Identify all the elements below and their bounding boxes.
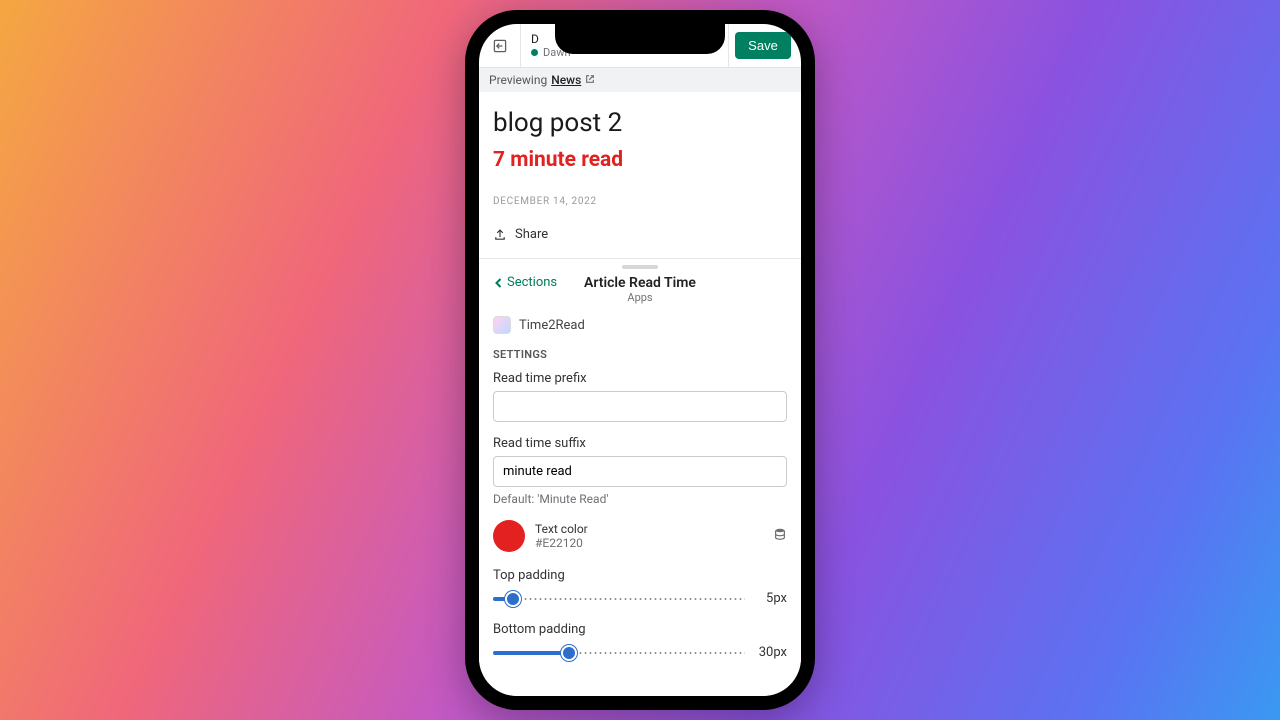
app-identifier[interactable]: Time2Read <box>493 312 787 342</box>
preview-and-panel: blog post 2 7 minute read DECEMBER 14, 2… <box>479 92 801 696</box>
suffix-input[interactable] <box>493 456 787 487</box>
chevron-left-icon <box>493 277 505 289</box>
bottom-padding-slider[interactable] <box>493 646 745 660</box>
preview-bar: Previewing News <box>479 68 801 92</box>
top-padding-slider[interactable] <box>493 592 745 606</box>
color-value: #E22120 <box>535 536 763 550</box>
bottom-padding-value: 30px <box>753 645 787 660</box>
prefix-label: Read time prefix <box>493 371 787 386</box>
suffix-label: Read time suffix <box>493 436 787 451</box>
gradient-background: D Dawn Save Previewing News <box>0 0 1280 720</box>
divider <box>479 258 801 259</box>
color-meta: Text color #E22120 <box>535 522 763 550</box>
share-icon <box>493 228 507 242</box>
panel-subtitle: Apps <box>493 291 787 304</box>
share-label: Share <box>515 227 548 242</box>
color-swatch[interactable] <box>493 520 525 552</box>
settings-heading: SETTINGS <box>493 348 787 361</box>
phone-notch <box>555 24 725 54</box>
preview-label: Previewing <box>489 73 547 87</box>
app-name: Time2Read <box>519 318 585 333</box>
preview-link[interactable]: News <box>551 73 581 87</box>
text-color-row[interactable]: Text color #E22120 <box>493 520 787 552</box>
sections-label: Sections <box>507 275 557 290</box>
post-date: DECEMBER 14, 2022 <box>493 196 787 207</box>
color-label: Text color <box>535 522 763 536</box>
suffix-help: Default: 'Minute Read' <box>493 492 787 506</box>
phone-frame: D Dawn Save Previewing News <box>465 10 815 710</box>
bottom-padding-label: Bottom padding <box>493 622 787 637</box>
external-link-icon <box>585 74 595 87</box>
read-time-display: 7 minute read <box>493 148 787 172</box>
bottom-padding-block: Bottom padding 30px <box>493 622 787 660</box>
exit-editor-button[interactable] <box>479 24 521 67</box>
status-dot-icon <box>531 49 538 56</box>
panel-drag-handle[interactable] <box>622 265 658 269</box>
app-icon <box>493 316 511 334</box>
panel-header: Sections Article Read Time Apps <box>493 271 787 312</box>
exit-icon <box>492 38 508 54</box>
top-padding-label: Top padding <box>493 568 787 583</box>
top-padding-block: Top padding 5px <box>493 568 787 606</box>
prefix-input[interactable] <box>493 391 787 422</box>
post-preview: blog post 2 7 minute read DECEMBER 14, 2… <box>493 108 787 242</box>
top-padding-value: 5px <box>753 591 787 606</box>
post-title: blog post 2 <box>493 108 787 138</box>
topbar-actions: Save <box>729 24 801 67</box>
share-button[interactable]: Share <box>493 227 787 242</box>
save-button[interactable]: Save <box>735 32 791 59</box>
phone-screen: D Dawn Save Previewing News <box>479 24 801 696</box>
dynamic-source-icon[interactable] <box>773 527 787 545</box>
back-to-sections[interactable]: Sections <box>493 275 557 290</box>
